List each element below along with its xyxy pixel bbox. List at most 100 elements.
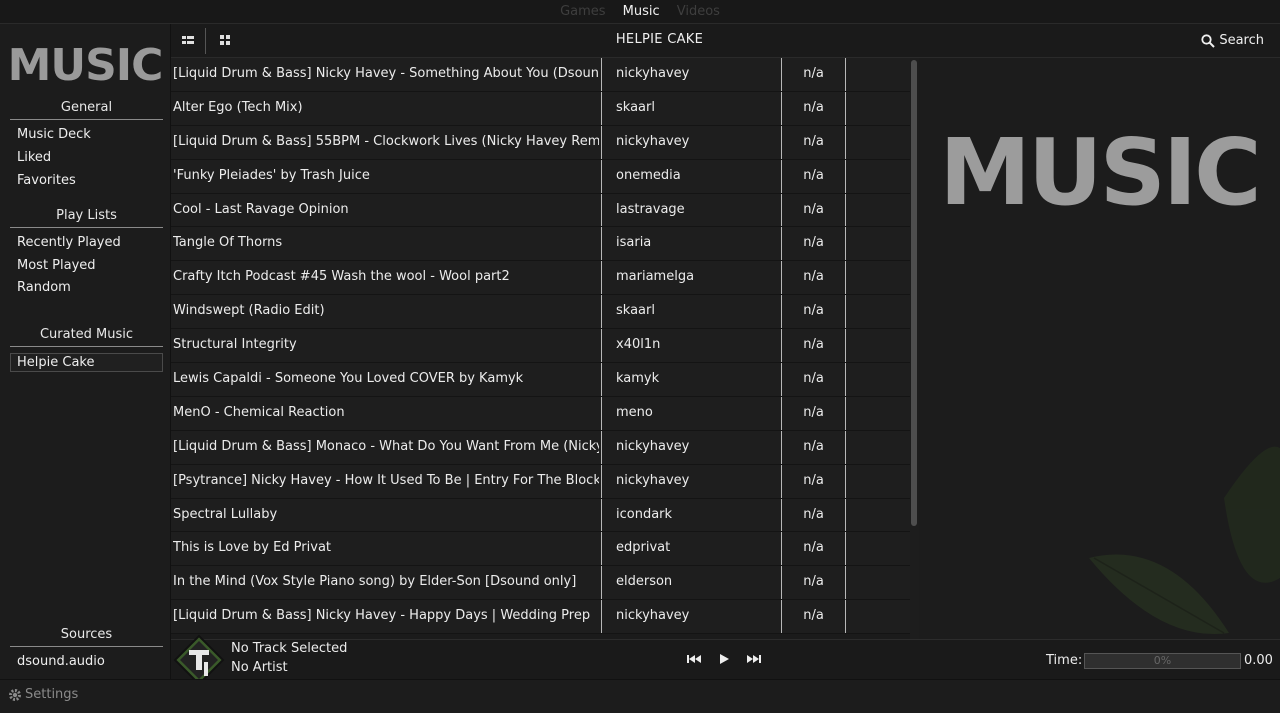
settings-button[interactable]: Settings: [8, 687, 78, 702]
time-value: 0.00: [1244, 653, 1273, 668]
sidebar-item-music-deck[interactable]: Music Deck: [17, 127, 91, 142]
track-title: Tangle Of Thorns: [173, 235, 283, 251]
track-duration: n/a: [781, 396, 845, 430]
table-row[interactable]: [Liquid Drum & Bass] Monaco - What Do Yo…: [171, 430, 910, 465]
track-title: In the Mind (Vox Style Piano song) by El…: [173, 574, 577, 590]
track-duration: n/a: [781, 91, 845, 125]
table-row[interactable]: Alter Ego (Tech Mix) skaarl n/a: [171, 91, 910, 126]
leaf-decoration: [1089, 446, 1280, 635]
table-row[interactable]: [Liquid Drum & Bass] Nicky Havey - Somet…: [171, 58, 910, 92]
track-artist: nickyhavey: [601, 464, 781, 498]
scrollbar-thumb[interactable]: [911, 60, 917, 526]
track-title: [Liquid Drum & Bass] Nicky Havey - Somet…: [173, 66, 599, 81]
track-title: [Liquid Drum & Bass] Monaco - What Do Yo…: [173, 438, 599, 454]
sidebar-item-random[interactable]: Random: [17, 280, 71, 295]
section-playlists: Play Lists: [10, 208, 163, 228]
table-row[interactable]: Cool - Last Ravage Opinion lastravage n/a: [171, 193, 910, 228]
table-row[interactable]: This is Love by Ed Privat edprivat n/a: [171, 532, 910, 567]
track-extra-cell: [845, 600, 910, 634]
track-artist: onemedia: [601, 159, 781, 193]
sidebar: MUSIC General Music Deck Liked Favorites…: [0, 24, 171, 679]
sidebar-item-liked[interactable]: Liked: [17, 150, 51, 165]
section-sources: Sources: [10, 627, 163, 647]
section-general: General: [10, 100, 163, 120]
sidebar-item-recently-played[interactable]: Recently Played: [17, 235, 121, 250]
playback-controls: [685, 652, 763, 666]
track-artist: icondark: [601, 498, 781, 532]
track-duration: n/a: [781, 295, 845, 329]
footer: Settings: [0, 679, 1280, 713]
table-row[interactable]: 'Funky Pleiades' by Trash Juice onemedia n…: [171, 159, 910, 194]
track-artist: kamyk: [601, 363, 781, 396]
search-label: Search: [1219, 33, 1264, 48]
track-duration: n/a: [781, 498, 845, 532]
track-artist: elderson: [601, 566, 781, 600]
track-extra-cell: [845, 363, 910, 396]
track-artist: skaarl: [601, 295, 781, 329]
track-extra-cell: [845, 159, 910, 193]
table-row[interactable]: [Psytrance] Nicky Havey - How It Used To…: [171, 464, 910, 499]
progress-bar[interactable]: 0%: [1084, 653, 1241, 669]
tab-videos[interactable]: Videos: [671, 1, 726, 23]
previous-icon[interactable]: [685, 652, 703, 666]
track-title: 'Funky Pleiades' by Trash Juice: [173, 167, 370, 183]
next-icon[interactable]: [745, 652, 763, 666]
track-artist: skaarl: [601, 91, 781, 125]
table-row[interactable]: [Liquid Drum & Bass] 55BPM - Clockwork L…: [171, 125, 910, 160]
tab-music[interactable]: Music: [617, 1, 666, 23]
table-row[interactable]: Structural Integrity x40l1n n/a: [171, 329, 910, 364]
track-duration: n/a: [781, 193, 845, 227]
track-artist: meno: [601, 396, 781, 430]
track-duration: n/a: [781, 532, 845, 566]
now-playing-artist: No Artist: [231, 660, 288, 675]
track-artist: nickyhavey: [601, 125, 781, 159]
track-extra-cell: [845, 498, 910, 532]
section-curated: Curated Music: [10, 327, 163, 347]
progress-text: 0%: [1153, 654, 1172, 667]
track-artist: nickyhavey: [601, 430, 781, 464]
track-extra-cell: [845, 193, 910, 227]
sidebar-item-favorites[interactable]: Favorites: [17, 173, 76, 188]
player-bar: No Track Selected No Artist Time: 0% 0.0…: [171, 634, 1280, 686]
track-duration: n/a: [781, 227, 845, 261]
track-title: Windswept (Radio Edit): [173, 303, 325, 319]
sidebar-item-helpie-cake[interactable]: Helpie Cake: [10, 353, 163, 372]
search-button[interactable]: Search: [1201, 33, 1264, 48]
track-extra-cell: [845, 532, 910, 566]
playlist-header: HELPIE CAKE Search: [171, 24, 1280, 58]
table-row[interactable]: Lewis Capaldi - Someone You Loved COVER …: [171, 363, 910, 397]
table-row[interactable]: Windswept (Radio Edit) skaarl n/a: [171, 295, 910, 330]
track-artist: edprivat: [601, 532, 781, 566]
album-art-panel: MUSIC: [919, 58, 1280, 639]
track-title: Alter Ego (Tech Mix): [173, 99, 303, 115]
now-playing-title: No Track Selected: [231, 641, 348, 656]
tab-games[interactable]: Games: [554, 1, 611, 23]
track-extra-cell: [845, 91, 910, 125]
table-row[interactable]: Crafty Itch Podcast #45 Wash the wool - …: [171, 261, 910, 296]
track-duration: n/a: [781, 159, 845, 193]
track-extra-cell: [845, 295, 910, 329]
table-row[interactable]: Tangle Of Thorns isaria n/a: [171, 227, 910, 262]
track-title: MenO - Chemical Reaction: [173, 404, 345, 420]
table-row[interactable]: Spectral Lullaby icondark n/a: [171, 498, 910, 533]
track-duration: n/a: [781, 430, 845, 464]
track-duration: n/a: [781, 566, 845, 600]
track-list: [Liquid Drum & Bass] Nicky Havey - Somet…: [171, 58, 910, 639]
play-icon[interactable]: [715, 652, 733, 666]
table-row[interactable]: [Liquid Drum & Bass] Nicky Havey - Happy…: [171, 600, 910, 635]
table-row[interactable]: MenO - Chemical Reaction meno n/a: [171, 396, 910, 431]
playlist-title: HELPIE CAKE: [615, 32, 704, 47]
track-duration: n/a: [781, 125, 845, 159]
track-duration: n/a: [781, 261, 845, 295]
track-extra-cell: [845, 58, 910, 91]
track-artist: isaria: [601, 227, 781, 261]
track-duration: n/a: [781, 600, 845, 634]
track-title: This is Love by Ed Privat: [173, 540, 332, 556]
track-duration: n/a: [781, 363, 845, 396]
track-title: Structural Integrity: [173, 337, 297, 353]
track-artist: nickyhavey: [601, 600, 781, 634]
sidebar-item-most-played[interactable]: Most Played: [17, 258, 96, 273]
track-artist: nickyhavey: [601, 58, 781, 91]
sidebar-item-dsound-audio[interactable]: dsound.audio: [17, 654, 105, 669]
table-row[interactable]: In the Mind (Vox Style Piano song) by El…: [171, 566, 910, 601]
